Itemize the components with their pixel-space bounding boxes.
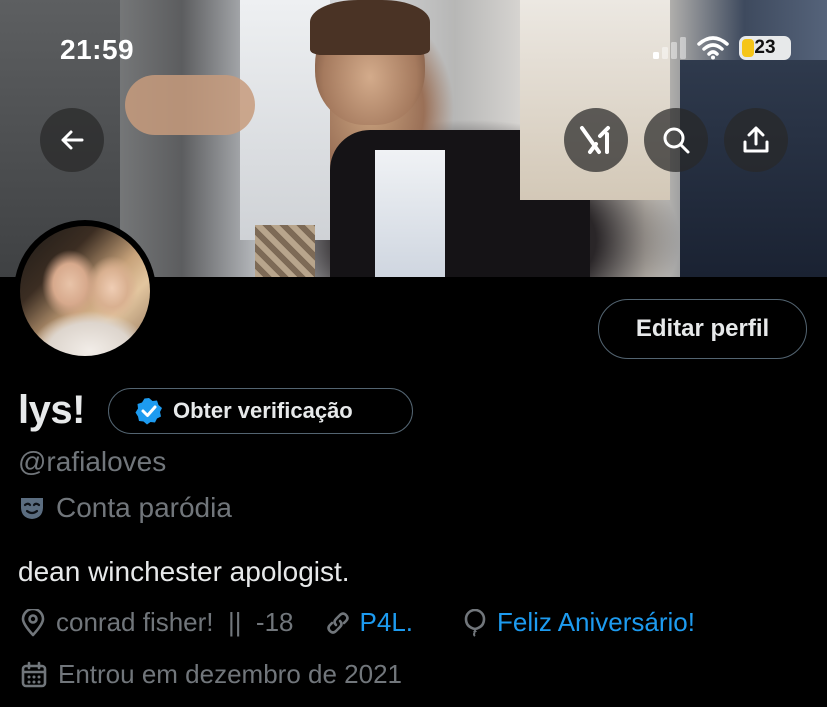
search-icon — [661, 125, 691, 155]
battery-percent: 23 — [754, 37, 776, 58]
profile-handle: @rafialoves — [18, 446, 167, 477]
banner-hand — [125, 75, 255, 135]
avatar[interactable] — [14, 220, 156, 362]
verified-badge-icon — [135, 397, 163, 425]
parody-mask-icon — [18, 495, 46, 521]
location-icon — [20, 608, 46, 637]
grok-icon — [579, 125, 613, 155]
parody-account-label: Conta paródia — [18, 492, 232, 524]
arrow-left-icon — [58, 126, 86, 154]
back-button[interactable] — [40, 108, 104, 172]
battery-indicator: 23 — [739, 36, 791, 60]
status-time: 21:59 — [60, 34, 135, 65]
balloon-icon — [463, 608, 487, 637]
grok-button[interactable] — [564, 108, 628, 172]
profile-joined-date: Entrou em dezembro de 2021 — [58, 659, 402, 689]
wifi-icon — [697, 36, 729, 60]
banner-collar — [375, 150, 445, 277]
profile-name: lys! — [18, 388, 85, 432]
share-icon — [742, 125, 770, 155]
link-icon — [324, 609, 352, 637]
profile-bio: dean winchester apologist. — [18, 556, 350, 587]
battery-level — [742, 39, 754, 57]
share-button[interactable] — [724, 108, 788, 172]
banner-plaid — [255, 225, 315, 277]
search-button[interactable] — [644, 108, 708, 172]
edit-profile-button[interactable]: Editar perfil — [598, 299, 807, 359]
profile-website-link[interactable]: P4L. — [360, 607, 414, 638]
banner-hair — [310, 0, 430, 55]
profile-meta-row: conrad fisher! || -18 P4L. Feliz Anivers… — [20, 607, 695, 638]
birthday-link[interactable]: Feliz Aniversário! — [497, 607, 695, 638]
signal-icon — [653, 37, 687, 59]
calendar-icon — [20, 661, 48, 689]
status-icons: 23 — [653, 36, 791, 60]
avatar-image — [20, 226, 150, 356]
profile-joined-row: Entrou em dezembro de 2021 — [20, 659, 402, 690]
get-verified-label: Obter verificação — [173, 398, 353, 423]
profile-location: conrad fisher! || -18 — [56, 607, 294, 637]
get-verified-button[interactable]: Obter verificação — [108, 388, 413, 434]
parody-label-text: Conta paródia — [56, 492, 232, 523]
